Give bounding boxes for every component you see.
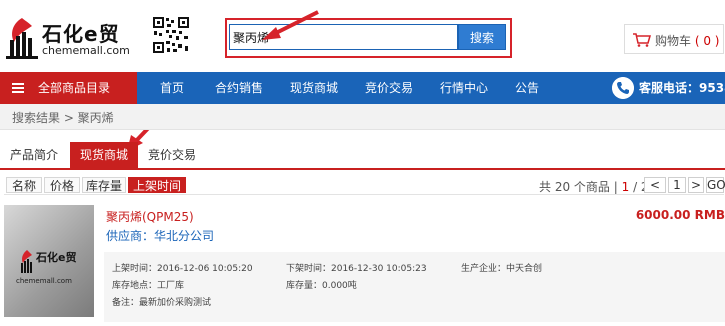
- breadcrumb-text: 搜索结果 > 聚丙烯: [12, 111, 114, 125]
- menu-icon: [12, 83, 24, 93]
- cart-count: ( 0 ): [694, 34, 720, 48]
- cart-label: 购物车 ( 0 ): [655, 34, 720, 48]
- product-supplier-link[interactable]: 供应商：华北分公司: [106, 227, 214, 244]
- tab-bar: 产品简介 现货商城 竞价交易: [0, 130, 725, 170]
- product-details: 上架时间：2016-12-06 10:05:20 下架时间：2016-12-30…: [104, 252, 725, 322]
- tab-spot-mall[interactable]: 现货商城: [70, 142, 138, 168]
- sort-bar: 名称 价格 库存量 上架时间 共 20 个商品 | 1 / 2 < 1 > GO: [4, 175, 725, 195]
- next-page-button[interactable]: >: [688, 177, 704, 193]
- main-nav: 全部商品目录 首页 合约销售 现货商城 竞价交易 行情中心 公告 客服电话：95…: [0, 72, 725, 104]
- producer: 生产企业：中天合创: [461, 264, 543, 274]
- site-logo[interactable]: 石化e贸 chememall.com: [4, 14, 130, 62]
- breadcrumb: 搜索结果 > 聚丙烯: [0, 104, 725, 130]
- pager-current: 1: [621, 180, 630, 194]
- sort-price[interactable]: 价格: [44, 177, 80, 193]
- prev-page-button[interactable]: <: [644, 177, 666, 193]
- nav-item-auction[interactable]: 竞价交易: [365, 72, 413, 104]
- delisted-time: 下架时间：2016-12-30 10:05:23: [286, 264, 427, 274]
- logo-text: 石化e贸: [42, 22, 120, 46]
- hotline: 客服电话：95388: [612, 72, 725, 104]
- sort-stock[interactable]: 库存量: [82, 177, 126, 193]
- remark: 备注：最新加价采购测试: [112, 298, 212, 308]
- all-categories-button[interactable]: 全部商品目录: [0, 72, 137, 104]
- stock-quantity: 库存量：0.000吨: [286, 281, 357, 291]
- logo-url: chememall.com: [42, 44, 130, 57]
- page-number-input[interactable]: 1: [668, 177, 686, 193]
- qr-code-icon: [152, 16, 190, 54]
- hotline-text: 客服电话：95388: [639, 81, 725, 95]
- go-button[interactable]: GO: [706, 177, 725, 193]
- thumb-logo-url: chememall.com: [16, 277, 72, 285]
- thumb-logo-text: 石化e贸: [36, 251, 77, 264]
- product-thumbnail[interactable]: 石化e贸 chememall.com: [4, 205, 94, 317]
- sinopec-logo-icon: [6, 18, 38, 59]
- search-button[interactable]: 搜索: [458, 24, 506, 50]
- sinopec-logo-icon: [21, 250, 32, 273]
- sort-name[interactable]: 名称: [6, 177, 42, 193]
- search-input[interactable]: [229, 24, 458, 50]
- nav-item-home[interactable]: 首页: [160, 72, 184, 104]
- nav-item-spot-mall[interactable]: 现货商城: [290, 72, 338, 104]
- product-item: 石化e贸 chememall.com 聚丙烯(QPM25) 6000.00 RM…: [0, 197, 725, 326]
- stock-location: 库存地点：工厂库: [112, 281, 185, 291]
- listed-time: 上架时间：2016-12-06 10:05:20: [112, 264, 253, 274]
- tab-product-intro[interactable]: 产品简介: [6, 142, 62, 168]
- nav-item-contract-sales[interactable]: 合约销售: [215, 72, 263, 104]
- shopping-cart-icon: [633, 33, 651, 47]
- cart-button[interactable]: 购物车 ( 0 ): [624, 24, 724, 54]
- site-header: 石化e贸 chememall.com 搜索 购物车 ( 0 ): [0, 0, 725, 72]
- pager-summary: 共 20 个商品 | 1 / 2: [539, 180, 649, 194]
- phone-icon: [612, 77, 634, 99]
- product-price: 6000.00 RMB: [635, 208, 725, 222]
- nav-item-market-center[interactable]: 行情中心: [440, 72, 488, 104]
- sort-listed-time[interactable]: 上架时间: [128, 177, 186, 193]
- nav-item-notice[interactable]: 公告: [515, 72, 539, 104]
- all-categories-label: 全部商品目录: [38, 81, 111, 95]
- product-name-link[interactable]: 聚丙烯(QPM25): [106, 208, 194, 225]
- tab-auction[interactable]: 竞价交易: [144, 142, 200, 168]
